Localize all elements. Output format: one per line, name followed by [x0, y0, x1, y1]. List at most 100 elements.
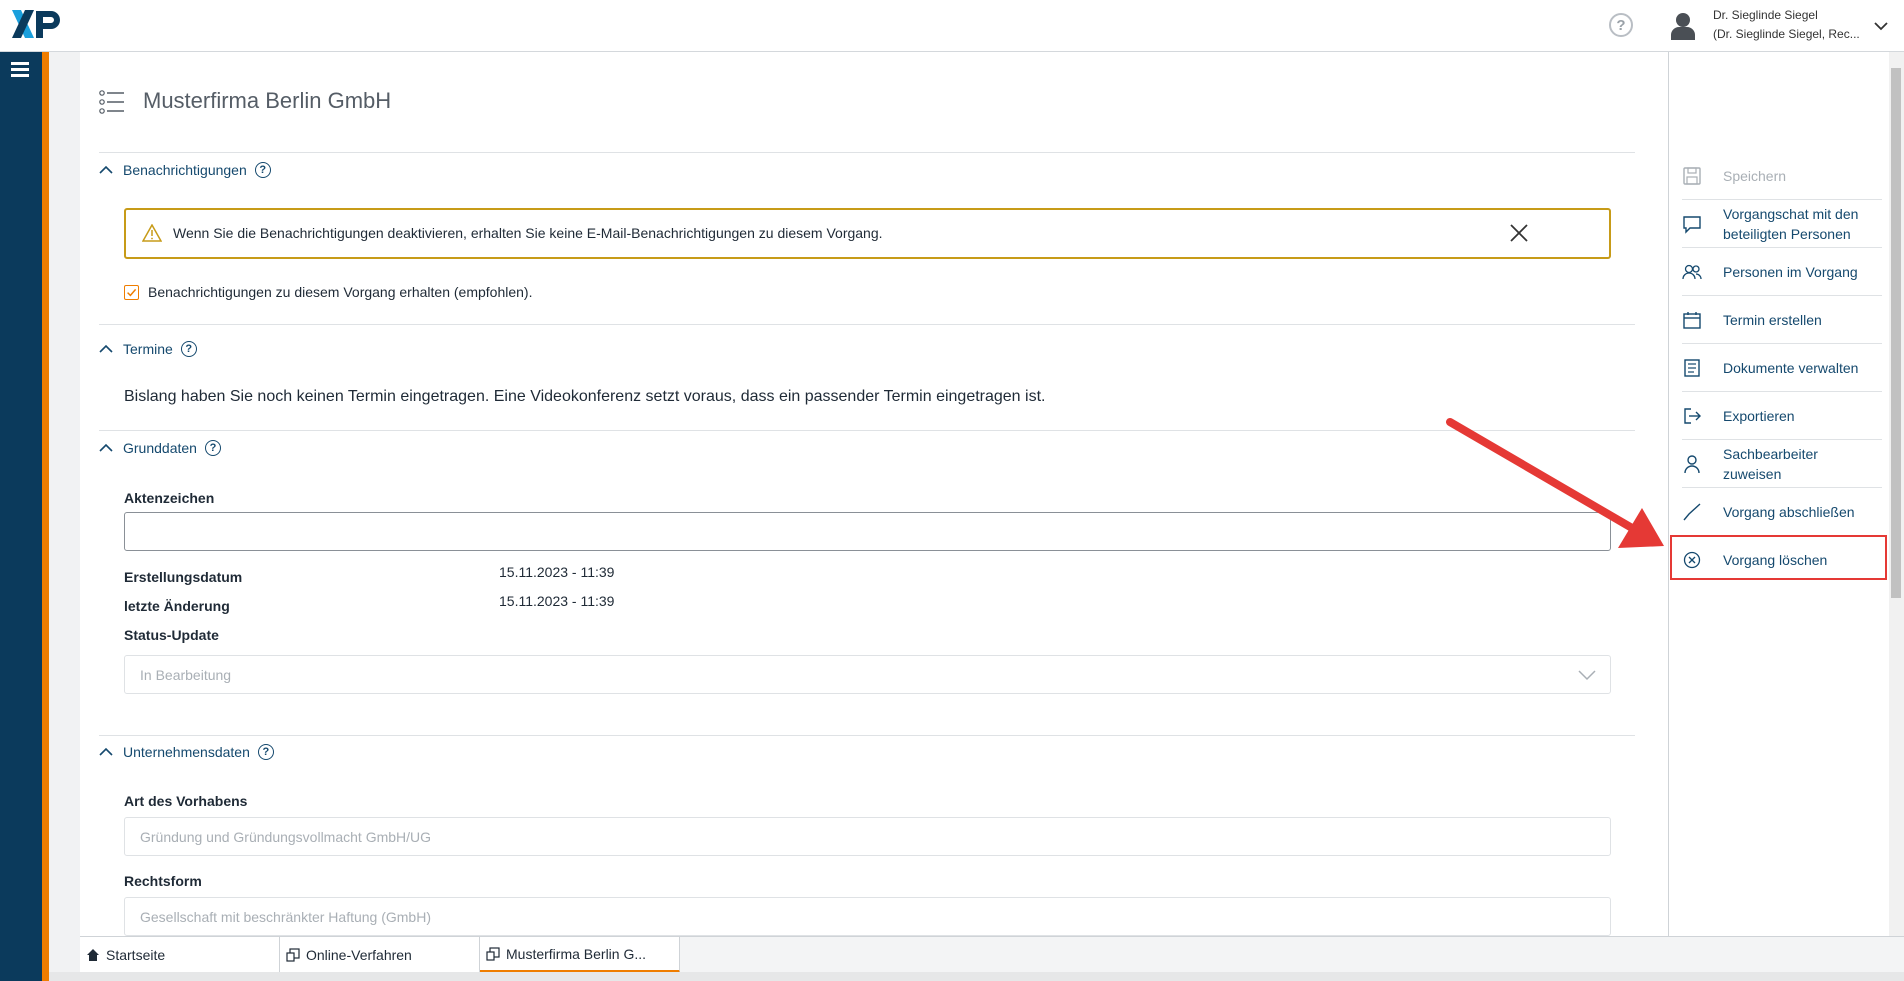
help-icon[interactable]: ? [1609, 13, 1633, 37]
divider [99, 430, 1635, 431]
export-icon [1684, 408, 1701, 424]
document-icon [486, 946, 500, 961]
assign-clerk-button[interactable]: Sachbearbeiter zuweisen [1682, 440, 1882, 488]
close-case-label: Vorgang abschließen [1723, 504, 1855, 520]
chevron-down-icon[interactable] [1578, 668, 1596, 682]
vorhaben-label: Art des Vorhabens [124, 793, 248, 809]
chevron-up-icon[interactable] [99, 441, 113, 455]
save-button[interactable]: Speichern [1682, 152, 1882, 200]
erstellungsdatum-label: Erstellungsdatum [124, 569, 243, 585]
manage-documents-button[interactable]: Dokumente verwalten [1682, 344, 1882, 392]
section-label[interactable]: Termine [123, 341, 173, 357]
scrollbar-thumb[interactable] [1891, 68, 1901, 598]
bottom-tab-bar: Startseite Online-Verfahren Musterfirma … [80, 936, 1904, 973]
checkmark-icon [1683, 503, 1701, 521]
divider [99, 324, 1635, 325]
notifications-checkbox[interactable] [124, 285, 139, 300]
status-select[interactable]: In Bearbeitung [124, 655, 1611, 694]
left-nav-accent [42, 52, 49, 981]
check-icon [126, 288, 136, 296]
scrollbar[interactable] [1889, 52, 1904, 936]
tab-musterfirma[interactable]: Musterfirma Berlin G... [480, 937, 680, 973]
checkbox-label[interactable]: Benachrichtigungen zu diesem Vorgang erh… [148, 284, 532, 300]
xp-logo[interactable] [12, 8, 62, 42]
user-icon [1684, 455, 1700, 474]
user-avatar-icon[interactable] [1670, 12, 1696, 40]
section-header-benachrichtigungen[interactable]: Benachrichtigungen ? [99, 162, 271, 178]
home-icon [87, 949, 99, 961]
hamburger-menu-icon[interactable] [11, 62, 29, 78]
tab-label[interactable]: Musterfirma Berlin G... [506, 946, 646, 962]
help-icon[interactable]: ? [254, 162, 271, 178]
chevron-up-icon[interactable] [99, 342, 113, 356]
section-label[interactable]: Grunddaten [123, 440, 197, 456]
create-appointment-button[interactable]: Termin erstellen [1682, 296, 1882, 344]
chat-label-line1: Vorgangschat mit den [1723, 206, 1859, 222]
rechtsform-value: Gesellschaft mit beschränkter Haftung (G… [140, 909, 431, 925]
highlight-box [1670, 535, 1887, 580]
help-icon[interactable]: ? [180, 341, 197, 357]
export-label: Exportieren [1723, 408, 1795, 424]
close-icon[interactable] [1508, 222, 1530, 244]
tab-startseite[interactable]: Startseite [80, 937, 280, 973]
user-role[interactable]: (Dr. Sieglinde Siegel, Rec... [1713, 27, 1863, 41]
aenderung-value: 15.11.2023 - 11:39 [499, 593, 615, 609]
status-label: Status-Update [124, 627, 219, 643]
assign-clerk-line1: Sachbearbeiter [1723, 446, 1818, 462]
aktenzeichen-input[interactable] [124, 512, 1611, 551]
divider [99, 152, 1635, 153]
status-value: In Bearbeitung [140, 667, 232, 683]
document-icon [1684, 359, 1700, 377]
warning-icon [142, 224, 162, 242]
section-header-grunddaten[interactable]: Grunddaten ? [99, 440, 221, 456]
chat-label: Vorgangschat mit den beteiligten Personen [1723, 204, 1858, 244]
warning-text: Wenn Sie die Benachrichtigungen deaktivi… [173, 225, 883, 241]
main-content: Musterfirma Berlin GmbH Benachrichtigung… [80, 52, 1668, 936]
tab-label[interactable]: Startseite [106, 947, 165, 963]
list-icon [99, 90, 124, 114]
help-icon[interactable]: ? [257, 744, 274, 760]
chat-label-line2: beteiligten Personen [1723, 226, 1851, 242]
rechtsform-label: Rechtsform [124, 873, 202, 889]
document-icon [286, 948, 300, 962]
chevron-down-icon[interactable] [1873, 18, 1889, 34]
users-icon [1682, 264, 1702, 280]
save-icon [1683, 167, 1701, 185]
help-icon[interactable]: ? [204, 440, 221, 456]
section-header-termine[interactable]: Termine ? [99, 341, 197, 357]
chevron-up-icon[interactable] [99, 745, 113, 759]
tab-label[interactable]: Online-Verfahren [306, 947, 412, 963]
top-bar: ? Dr. Sieglinde Siegel (Dr. Sieglinde Si… [0, 0, 1904, 52]
status-strip [49, 972, 1904, 981]
page-title: Musterfirma Berlin GmbH [143, 88, 392, 113]
vorhaben-input[interactable]: Gründung und Gründungsvollmacht GmbH/UG [124, 817, 1611, 856]
vorhaben-value: Gründung und Gründungsvollmacht GmbH/UG [140, 829, 432, 845]
export-button[interactable]: Exportieren [1682, 392, 1882, 440]
persons-button[interactable]: Personen im Vorgang [1682, 248, 1882, 296]
close-case-button[interactable]: Vorgang abschließen [1682, 488, 1882, 536]
save-label: Speichern [1723, 168, 1787, 184]
rechtsform-input[interactable]: Gesellschaft mit beschränkter Haftung (G… [124, 897, 1611, 936]
persons-label: Personen im Vorgang [1723, 264, 1858, 280]
erstellungsdatum-value: 15.11.2023 - 11:39 [499, 564, 615, 580]
divider [99, 735, 1635, 736]
aenderung-label: letzte Änderung [124, 598, 230, 614]
left-gutter [49, 52, 80, 981]
user-name[interactable]: Dr. Sieglinde Siegel [1713, 8, 1818, 22]
chat-icon [1683, 216, 1701, 234]
aktenzeichen-label: Aktenzeichen [124, 490, 215, 506]
calendar-icon [1683, 312, 1701, 329]
section-label[interactable]: Unternehmensdaten [123, 744, 250, 760]
manage-documents-label: Dokumente verwalten [1723, 360, 1859, 376]
tab-online-verfahren[interactable]: Online-Verfahren [280, 937, 480, 973]
chevron-up-icon[interactable] [99, 163, 113, 177]
section-header-unternehmensdaten[interactable]: Unternehmensdaten ? [99, 744, 274, 760]
chat-button[interactable]: Vorgangschat mit den beteiligten Personen [1682, 200, 1882, 248]
left-nav-bar [0, 52, 42, 981]
action-panel: Speichern Vorgangschat mit den beteiligte… [1668, 52, 1904, 936]
warning-banner: Wenn Sie die Benachrichtigungen deaktivi… [124, 208, 1611, 259]
assign-clerk-label: Sachbearbeiter zuweisen [1723, 444, 1818, 484]
section-label[interactable]: Benachrichtigungen [123, 162, 247, 178]
termine-info-text: Bislang haben Sie noch keinen Termin ein… [124, 388, 1046, 405]
assign-clerk-line2: zuweisen [1723, 466, 1782, 482]
